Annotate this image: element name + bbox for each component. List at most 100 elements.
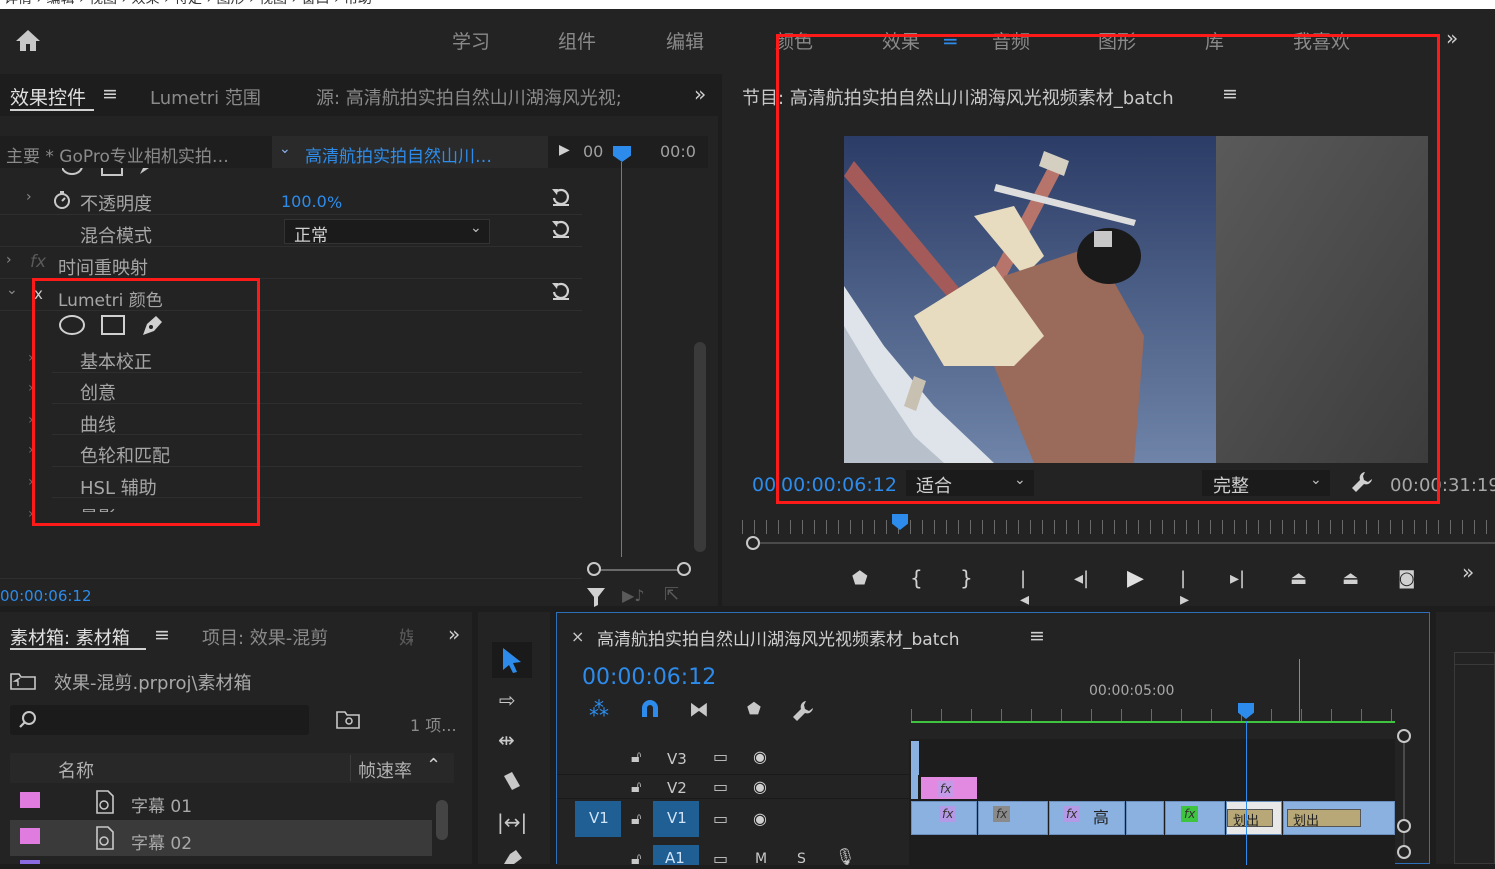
- collapse-chevron-icon[interactable]: ⌄: [6, 282, 18, 298]
- loop-audio-icon[interactable]: ▶♪: [622, 586, 645, 605]
- expand-chevron-icon[interactable]: ›: [28, 380, 34, 396]
- linked-selection-icon[interactable]: ⧓: [689, 697, 709, 721]
- expand-chevron-icon[interactable]: ›: [26, 189, 32, 205]
- pen-tool-icon[interactable]: [502, 850, 524, 864]
- bin-item-row-selected[interactable]: [10, 820, 432, 856]
- lock-icon[interactable]: 🔓︎: [631, 747, 641, 767]
- workspace-tab-audio[interactable]: 音频: [992, 27, 1030, 54]
- bin-scrollbar[interactable]: [436, 800, 448, 840]
- panel-menu-icon[interactable]: ≡: [1222, 83, 1238, 105]
- program-zoom-handle[interactable]: [746, 536, 760, 550]
- timeline-clip[interactable]: [978, 801, 1048, 835]
- add-marker-icon[interactable]: ⬟: [747, 699, 761, 718]
- sequence-title[interactable]: 高清航拍实拍自然山川湖海风光视频素材_batch: [597, 625, 960, 650]
- lumetri-color-wheels[interactable]: 色轮和匹配: [80, 442, 170, 468]
- opacity-value[interactable]: 100.0: [281, 192, 327, 211]
- panel-overflow-icon[interactable]: »: [694, 82, 706, 106]
- microphone-icon[interactable]: 🎙︎: [835, 847, 855, 866]
- nest-icon[interactable]: ⁂: [589, 697, 609, 721]
- program-timecode[interactable]: 00:00:06:12: [781, 474, 897, 496]
- lock-icon[interactable]: 🔓︎: [631, 809, 641, 829]
- ec-zoom-handle-right[interactable]: [677, 562, 691, 576]
- timeline-ruler[interactable]: [911, 709, 1395, 721]
- more-workspaces-icon[interactable]: »: [1446, 26, 1458, 50]
- folder-up-icon[interactable]: [10, 670, 36, 690]
- add-marker-icon[interactable]: ⬟: [852, 568, 868, 589]
- lift-icon[interactable]: ⏏: [1290, 568, 1307, 589]
- expand-chevron-icon[interactable]: ›: [28, 350, 34, 366]
- timeline-vscroll-handle[interactable]: [1397, 845, 1411, 859]
- sync-lock-icon[interactable]: ▭: [713, 849, 728, 868]
- panel-overflow-icon[interactable]: »: [448, 622, 460, 646]
- solo-button[interactable]: S: [797, 851, 806, 867]
- panel-menu-icon[interactable]: ≡: [102, 83, 118, 105]
- camera-icon[interactable]: ◙: [1398, 568, 1415, 589]
- sync-lock-icon[interactable]: ▭: [713, 777, 728, 796]
- home-icon[interactable]: [14, 28, 42, 52]
- workspace-tab-effects[interactable]: 效果: [882, 27, 920, 54]
- timeline-clip[interactable]: [1049, 801, 1125, 835]
- program-zoom-bar[interactable]: [748, 542, 1495, 544]
- timeline-vscroll[interactable]: [1403, 733, 1405, 853]
- stopwatch-icon[interactable]: [52, 190, 72, 210]
- timeline-timecode[interactable]: 00:00:06:12: [582, 665, 716, 690]
- bin-search-input[interactable]: [10, 705, 309, 735]
- razor-tool-icon[interactable]: [500, 770, 524, 794]
- label-color-swatch[interactable]: [20, 792, 40, 808]
- extract-icon[interactable]: ⏏: [1342, 568, 1359, 589]
- workspace-tab-assembly[interactable]: 组件: [558, 27, 596, 54]
- mark-in-icon[interactable]: {: [910, 566, 923, 590]
- program-ruler[interactable]: [742, 520, 1495, 534]
- expand-chevron-icon[interactable]: ›: [28, 412, 34, 428]
- step-back-icon[interactable]: ◂|: [1074, 568, 1089, 589]
- selection-tool-icon[interactable]: [500, 646, 524, 674]
- label-color-swatch[interactable]: [20, 828, 40, 844]
- ec-timecode[interactable]: 00:00:06:12: [0, 587, 92, 605]
- reset-icon[interactable]: [550, 280, 572, 302]
- close-icon[interactable]: ×: [571, 627, 584, 646]
- lumetri-vignette-row[interactable]: 晕影: [52, 498, 582, 512]
- tab-media[interactable]: 媒: [399, 624, 413, 650]
- mute-button[interactable]: M: [755, 851, 767, 867]
- lock-icon[interactable]: 🔓︎: [631, 849, 641, 869]
- track-select-tool-icon[interactable]: ⇨: [499, 688, 516, 712]
- fx-icon[interactable]: fx: [30, 252, 46, 272]
- go-to-in-icon[interactable]: |◂: [1020, 568, 1029, 610]
- timeline-clip-v2-edge[interactable]: [911, 775, 918, 799]
- lumetri-hsl[interactable]: HSL 辅助: [80, 474, 157, 500]
- workspace-tab-color[interactable]: 颜色: [775, 27, 813, 54]
- eye-icon[interactable]: ◉: [753, 747, 767, 766]
- snap-icon[interactable]: [639, 699, 661, 719]
- wrench-icon[interactable]: [791, 699, 815, 723]
- new-search-bin-icon[interactable]: [336, 709, 360, 729]
- label-color-swatch[interactable]: [20, 860, 40, 864]
- tab-project[interactable]: 项目: 效果-混剪: [202, 624, 328, 650]
- ec-zoom-bar[interactable]: [593, 569, 683, 571]
- reset-icon[interactable]: [550, 186, 572, 208]
- ellipse-mask-icon[interactable]: [58, 314, 86, 336]
- mark-out-icon[interactable]: }: [960, 566, 973, 590]
- sequence-clip-label[interactable]: 高清航拍实拍自然山川…: [305, 142, 492, 167]
- play-only-clip-icon[interactable]: ▶: [559, 142, 570, 158]
- col-name[interactable]: 名称: [58, 757, 94, 783]
- eye-icon[interactable]: ◉: [753, 809, 767, 828]
- workspace-tab-learn[interactable]: 学习: [452, 27, 490, 54]
- timeline-vscroll-handle[interactable]: [1397, 729, 1411, 743]
- ripple-edit-tool-icon[interactable]: ⇹: [498, 728, 515, 752]
- video-frame[interactable]: [844, 136, 1428, 463]
- sort-ascending-icon[interactable]: ⌃: [426, 755, 441, 776]
- eye-icon[interactable]: ◉: [753, 777, 767, 796]
- lumetri-creative[interactable]: 创意: [80, 379, 116, 405]
- ec-scrollbar[interactable]: [694, 342, 706, 552]
- pen-mask-icon[interactable]: [140, 312, 166, 338]
- panel-menu-icon[interactable]: ≡: [154, 624, 170, 646]
- expand-chevron-icon[interactable]: ›: [6, 252, 12, 268]
- bin-item-row[interactable]: [10, 785, 432, 820]
- play-icon[interactable]: ▶: [1127, 566, 1144, 591]
- tab-source[interactable]: 源: 高清航拍实拍自然山川湖海风光视;: [316, 84, 686, 108]
- tab-bin[interactable]: 素材箱: 素材箱: [10, 624, 130, 650]
- slip-tool-icon[interactable]: |↔|: [497, 810, 527, 834]
- track-label-v2[interactable]: V2: [667, 779, 687, 797]
- sync-lock-icon[interactable]: ▭: [713, 809, 728, 828]
- workspace-tab-graphics[interactable]: 图形: [1098, 27, 1136, 54]
